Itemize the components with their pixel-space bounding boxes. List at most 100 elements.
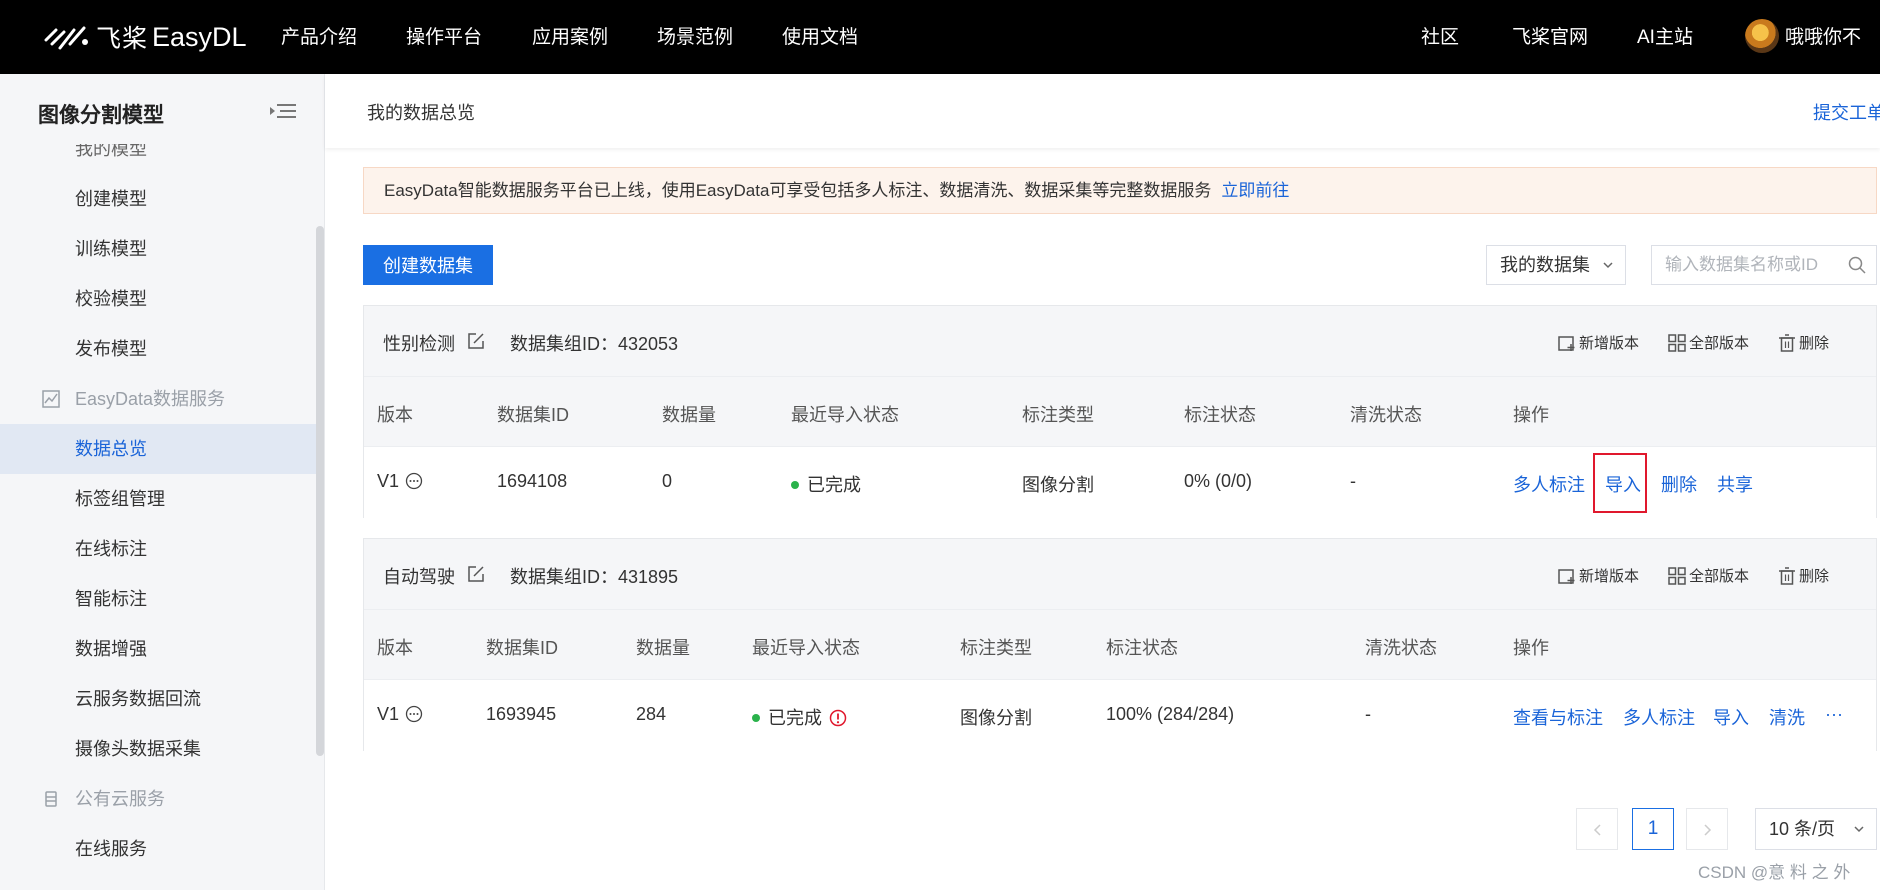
dataset-id-cell: 1694108	[497, 471, 568, 491]
dataset-card-header: 性别检测 数据集组ID：432053 新增版本 全部版本 删除	[364, 306, 1876, 376]
add-version-label: 新增版本	[1579, 335, 1640, 352]
sidebar-item-online-service[interactable]: 在线服务	[0, 824, 316, 874]
clean-link[interactable]: 清洗	[1769, 704, 1805, 730]
prev-page-button[interactable]	[1576, 808, 1618, 850]
user-avatar[interactable]	[1745, 19, 1779, 53]
page-number-current[interactable]: 1	[1632, 808, 1674, 850]
nav-platform[interactable]: 操作平台	[406, 22, 482, 49]
sidebar-item-camera-collection[interactable]: 摄像头数据采集	[0, 724, 316, 774]
col-count: 数据量	[662, 405, 716, 425]
dataset-id-cell: 1693945	[486, 704, 557, 724]
nav-scenarios[interactable]: 场景范例	[657, 22, 733, 49]
col-label-status: 标注状态	[1184, 405, 1256, 425]
nav-community[interactable]: 社区	[1421, 22, 1459, 49]
page-size-select[interactable]: 10 条/页	[1755, 808, 1877, 850]
col-count: 数据量	[636, 638, 690, 658]
import-link[interactable]: 导入	[1713, 704, 1749, 730]
col-label-type: 标注类型	[1022, 405, 1094, 425]
nav-ai-main[interactable]: AI主站	[1637, 22, 1693, 49]
all-versions-label: 全部版本	[1689, 568, 1750, 585]
sidebar-item-label: 校验模型	[75, 289, 147, 309]
dataset-group-id: 数据集组ID：431895	[510, 567, 679, 587]
collapse-sidebar-icon[interactable]	[268, 98, 298, 124]
share-link[interactable]: 共享	[1717, 471, 1753, 497]
sidebar-group-easydata: EasyData数据服务	[0, 374, 316, 424]
view-and-label-link[interactable]: 查看与标注	[1513, 704, 1603, 730]
logo-text-cn: 飞桨	[96, 25, 149, 53]
delete-group-button[interactable]: 删除	[1778, 332, 1829, 353]
nav-docs[interactable]: 使用文档	[782, 22, 858, 49]
sidebar-item-label: 摄像头数据采集	[75, 739, 201, 759]
add-version-icon	[1558, 568, 1575, 584]
clean-status-cell: -	[1350, 471, 1356, 491]
all-versions-button[interactable]: 全部版本	[1668, 332, 1749, 353]
trash-icon	[1779, 333, 1795, 352]
col-version: 版本	[377, 638, 413, 658]
logo-text-en: EasyDL	[152, 21, 247, 52]
col-actions: 操作	[1513, 638, 1549, 658]
sidebar-item-data-overview[interactable]: 数据总览	[0, 424, 316, 474]
col-label-status: 标注状态	[1106, 638, 1178, 658]
username[interactable]: 哦哦你不	[1785, 22, 1861, 49]
label-status-cell: 0% (0/0)	[1184, 471, 1253, 491]
label-type-cell: 图像分割	[1022, 475, 1094, 495]
sidebar-item-label: 标签组管理	[75, 489, 165, 509]
sidebar-item-label-groups[interactable]: 标签组管理	[0, 474, 316, 524]
grid-icon	[1668, 333, 1686, 352]
search-icon[interactable]	[1848, 256, 1866, 274]
more-dots-icon[interactable]	[405, 705, 423, 723]
version-value: V1	[377, 704, 400, 724]
top-navbar: 飞桨 EasyDL 产品介绍 操作平台 应用案例 场景范例 使用文档 社区 飞桨…	[0, 0, 1880, 74]
more-actions-link[interactable]: ···	[1825, 704, 1843, 725]
nav-cases[interactable]: 应用案例	[532, 22, 608, 49]
next-page-button[interactable]	[1686, 808, 1728, 850]
sidebar-item-publish-model[interactable]: 发布模型	[0, 324, 316, 374]
multi-label-link[interactable]: 多人标注	[1513, 471, 1585, 497]
sidebar-scrollbar[interactable]	[316, 226, 324, 756]
delete-link[interactable]: 删除	[1661, 471, 1697, 497]
col-import-status: 最近导入状态	[752, 638, 860, 658]
multi-label-link[interactable]: 多人标注	[1623, 704, 1695, 730]
page-size-value: 10 条/页	[1769, 819, 1836, 839]
more-dots-icon[interactable]	[405, 472, 423, 490]
delete-group-button[interactable]: 删除	[1778, 565, 1829, 586]
col-dataset-id: 数据集ID	[486, 638, 558, 658]
edit-icon[interactable]	[467, 565, 485, 583]
version-cell: V1	[377, 471, 423, 492]
clean-status-cell: -	[1365, 704, 1371, 724]
status-dot	[752, 714, 760, 722]
sidebar-group-public-cloud: 公有云服务	[0, 774, 316, 824]
col-import-status: 最近导入状态	[791, 405, 899, 425]
logo[interactable]: 飞桨 EasyDL	[44, 18, 247, 56]
table-header: 版本 数据集ID 数据量 最近导入状态 标注类型 标注状态 清洗状态 操作	[364, 609, 1876, 679]
search-input[interactable]	[1652, 246, 1842, 284]
table-row: V1 1694108 0 已完成 图像分割 0% (0/0) - 多人标注 导入…	[364, 446, 1876, 518]
paddle-logo-icon	[44, 26, 88, 50]
dataset-card: 自动驾驶 数据集组ID：431895 新增版本 全部版本 删除 版本 数据集ID…	[363, 538, 1877, 751]
all-versions-button[interactable]: 全部版本	[1668, 565, 1749, 586]
sidebar-item-validate-model[interactable]: 校验模型	[0, 274, 316, 324]
sidebar-title: 图像分割模型	[38, 104, 164, 127]
edit-icon[interactable]	[467, 332, 485, 350]
banner-go-link[interactable]: 立即前往	[1221, 181, 1289, 200]
add-version-button[interactable]: 新增版本	[1558, 332, 1639, 353]
create-dataset-button[interactable]: 创建数据集	[363, 245, 493, 285]
add-version-button[interactable]: 新增版本	[1558, 565, 1639, 586]
sidebar-item-online-labeling[interactable]: 在线标注	[0, 524, 316, 574]
dataset-filter-select[interactable]: 我的数据集	[1486, 245, 1626, 285]
sidebar-item-cloud-data-reflow[interactable]: 云服务数据回流	[0, 674, 316, 724]
sidebar-item-data-augmentation[interactable]: 数据增强	[0, 624, 316, 674]
status-dot	[791, 481, 799, 489]
warning-icon[interactable]	[829, 709, 847, 727]
sidebar-item-my-models[interactable]: 我的模型	[0, 144, 316, 164]
dataset-name: 性别检测	[383, 334, 455, 354]
sidebar-item-label: 智能标注	[75, 589, 147, 609]
nav-paddle-site[interactable]: 飞桨官网	[1512, 22, 1588, 49]
sidebar-item-train-model[interactable]: 训练模型	[0, 224, 316, 274]
chevron-down-icon	[1854, 826, 1864, 833]
sidebar-item-create-model[interactable]: 创建模型	[0, 174, 316, 224]
submit-ticket-link[interactable]: 提交工单	[1813, 99, 1880, 125]
sidebar-item-smart-labeling[interactable]: 智能标注	[0, 574, 316, 624]
nav-product-intro[interactable]: 产品介绍	[281, 22, 357, 49]
label-type-cell: 图像分割	[960, 708, 1032, 728]
